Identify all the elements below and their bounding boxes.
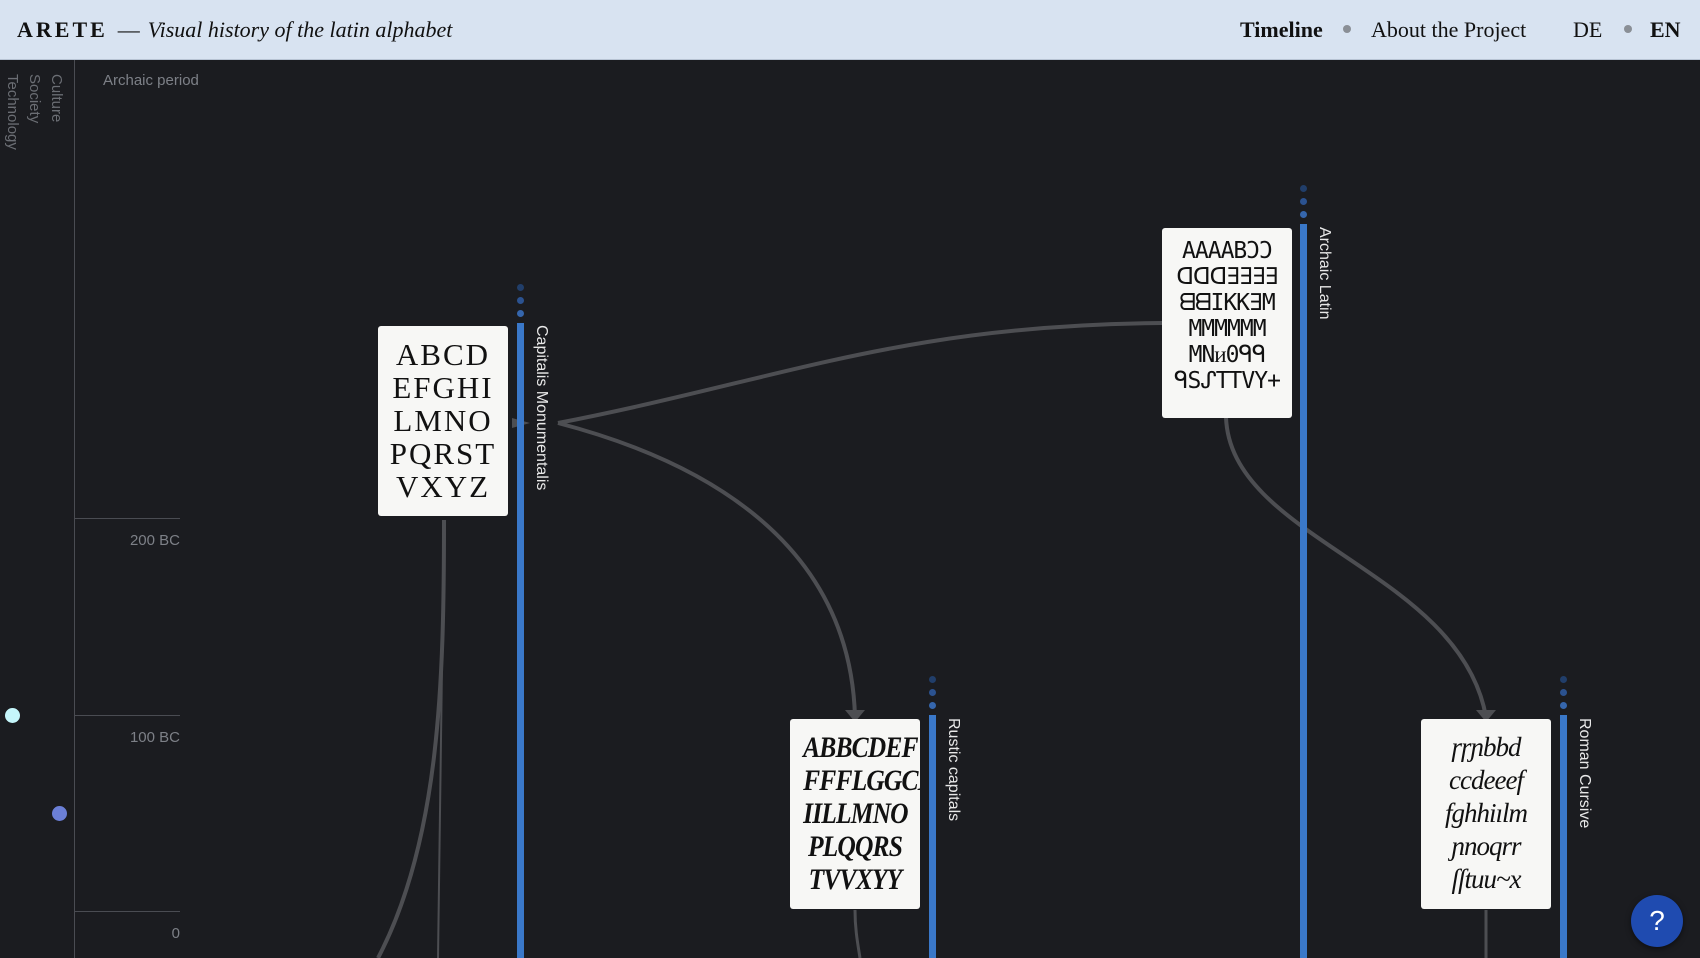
script-bar-roman-cursive[interactable] bbox=[1560, 715, 1567, 958]
tick-label: 200 BC bbox=[129, 532, 180, 549]
glyph-row: ccdeeef bbox=[1449, 765, 1524, 795]
script-bar-capitalis-monumentalis[interactable] bbox=[517, 323, 524, 958]
top-header: ARETE — Visual history of the latin alphab… bbox=[0, 0, 1700, 60]
bar-dot bbox=[1560, 689, 1567, 696]
glyph-row: ɲnoqrr bbox=[1451, 831, 1521, 861]
glyph-row: AAAABƆƆ bbox=[1182, 238, 1273, 264]
script-label-capitalis-monumentalis[interactable]: Capitalis Monumentalis bbox=[532, 325, 550, 490]
brand-tagline: Visual history of the latin alphabet bbox=[147, 17, 453, 42]
link-archaic-to-cursive bbox=[1224, 416, 1488, 718]
script-bar-archaic-latin[interactable] bbox=[1300, 224, 1307, 958]
glyph-row: PQRST bbox=[389, 436, 497, 471]
lang-de[interactable]: DE bbox=[1573, 17, 1602, 43]
glyph-row: ABBCDEF bbox=[803, 731, 918, 764]
event-dot-culture[interactable] bbox=[5, 708, 20, 723]
glyph-row: ᗡᗡᗡ∃∃∃∃ bbox=[1176, 264, 1278, 290]
script-label-roman-cursive[interactable]: Roman Cursive bbox=[1575, 718, 1593, 828]
bar-dot bbox=[929, 676, 936, 683]
event-dot-society[interactable] bbox=[52, 806, 67, 821]
script-card-rustic-capitals[interactable]: ABBCDEF FFFLGGCH IILLMNO PLQQRS TVVXYY bbox=[790, 719, 920, 909]
brand-separator: — bbox=[117, 17, 140, 42]
glyph-row: EFGHI bbox=[392, 370, 494, 405]
bar-dot bbox=[517, 297, 524, 304]
category-culture[interactable]: Culture bbox=[48, 74, 65, 122]
glyph-row: PLQQRS bbox=[807, 830, 903, 863]
tick-line bbox=[74, 518, 180, 519]
glyph-row: LMNO bbox=[393, 403, 493, 438]
brand-name: ARETE bbox=[17, 17, 108, 42]
bar-dot bbox=[1560, 702, 1567, 709]
glyph-row: ᗺᗺIKK∃M bbox=[1179, 290, 1275, 316]
glyph-row: FFFLGGCH bbox=[803, 764, 920, 797]
bar-dot bbox=[929, 689, 936, 696]
script-label-archaic-latin[interactable]: Archaic Latin bbox=[1315, 227, 1333, 320]
glyph-row: TVVXYY bbox=[808, 863, 903, 896]
timeline-canvas[interactable]: Culture Society Technology Archaic perio… bbox=[0, 60, 1700, 958]
nav-timeline[interactable]: Timeline bbox=[1240, 17, 1323, 43]
nav-about[interactable]: About the Project bbox=[1371, 17, 1526, 43]
script-card-capitalis-monumentalis[interactable]: ABCD EFGHI LMNO PQRST VXYZ bbox=[378, 326, 508, 516]
script-bar-rustic-capitals[interactable] bbox=[929, 715, 936, 958]
bar-dot bbox=[1300, 211, 1307, 218]
lang-en[interactable]: EN bbox=[1650, 17, 1681, 43]
script-card-archaic-latin[interactable]: AAAABƆƆ ᗡᗡᗡ∃∃∃∃ ᗺᗺIKK∃M MMMMMM MNᴎ0ᑫᑫ ᑫS… bbox=[1162, 228, 1292, 418]
glyph-row: ɼɼɲbbd bbox=[1451, 732, 1521, 762]
tick-line bbox=[74, 715, 180, 716]
link-rustic-down bbox=[853, 909, 862, 958]
glyph-row: IILLMNO bbox=[803, 797, 908, 830]
glyph-row: VXYZ bbox=[395, 469, 491, 504]
script-label-rustic-capitals[interactable]: Rustic capitals bbox=[944, 718, 962, 821]
nav-separator-dot bbox=[1343, 25, 1351, 33]
link-archaic-to-monumentalis bbox=[557, 321, 1163, 425]
link-monumentalis-down bbox=[376, 519, 446, 958]
tick-label: 100 BC bbox=[129, 729, 180, 746]
bar-dot bbox=[1300, 185, 1307, 192]
bar-dot bbox=[1560, 676, 1567, 683]
tick-label: 0 bbox=[171, 925, 180, 942]
bar-dot bbox=[1300, 198, 1307, 205]
glyph-row: MMMMMM bbox=[1188, 316, 1266, 342]
glyph-row: MNᴎ0ᑫᑫ bbox=[1188, 342, 1267, 368]
time-axis bbox=[74, 60, 75, 958]
category-technology[interactable]: Technology bbox=[4, 74, 21, 150]
link-monumentalis-down-thin bbox=[437, 519, 445, 958]
glyph-row: ABCD bbox=[395, 337, 491, 372]
tick-line bbox=[74, 911, 180, 912]
link-monumentalis-to-rustic bbox=[557, 421, 857, 718]
lang-separator-dot bbox=[1624, 25, 1632, 33]
period-label: Archaic period bbox=[103, 72, 199, 89]
bar-dot bbox=[929, 702, 936, 709]
brand[interactable]: ARETE — Visual history of the latin alphab… bbox=[17, 17, 452, 43]
glyph-row: fghhiılm bbox=[1444, 798, 1528, 828]
glyph-row: ſſtuu~x bbox=[1451, 864, 1521, 894]
bar-dot bbox=[517, 284, 524, 291]
help-button[interactable]: ? bbox=[1631, 895, 1683, 947]
category-society[interactable]: Society bbox=[26, 74, 43, 123]
script-card-roman-cursive[interactable]: ɼɼɲbbd ccdeeef fghhiılm ɲnoqrr ſſtuu~x bbox=[1421, 719, 1551, 909]
bar-dot bbox=[517, 310, 524, 317]
glyph-row: ᑫSᔑTTVY+ bbox=[1174, 368, 1281, 394]
